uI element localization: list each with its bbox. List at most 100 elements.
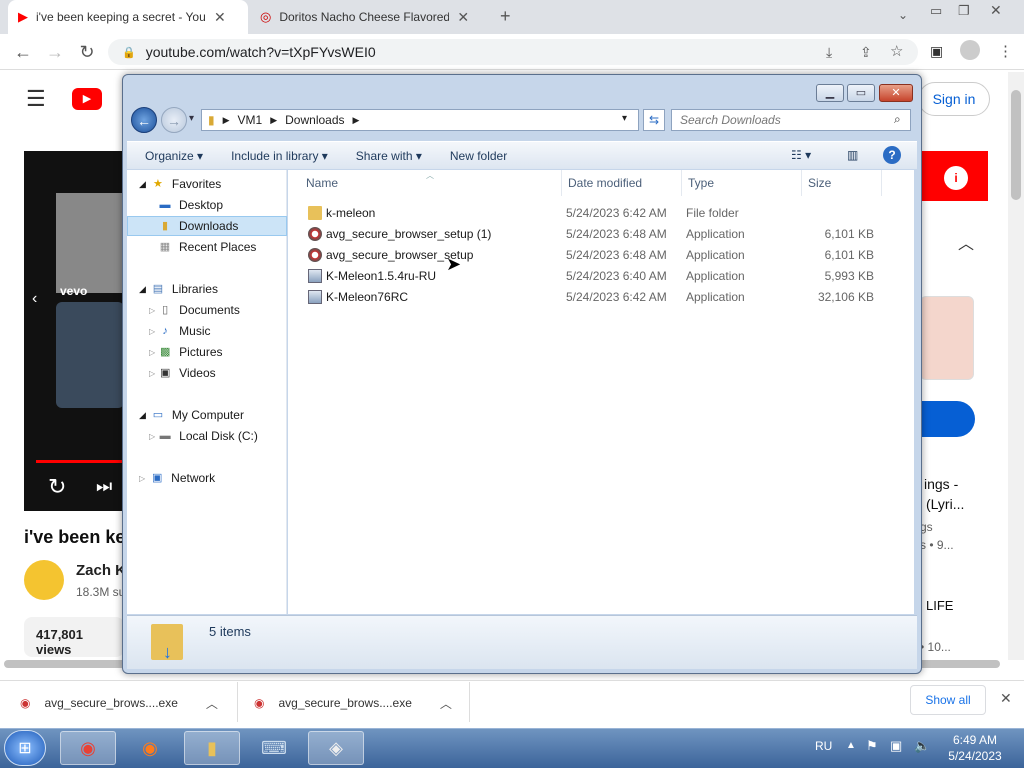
new-tab-icon[interactable]: + (500, 6, 511, 27)
language-indicator[interactable]: RU (815, 739, 832, 753)
youtube-logo-icon[interactable]: ▶ (72, 88, 102, 110)
tab-doritos[interactable]: ◎ Doritos Nacho Cheese Flavored T ✕ (250, 0, 490, 34)
tab-search-icon[interactable]: ⌄ (898, 8, 908, 22)
share-icon[interactable]: ⇪ (860, 44, 872, 61)
show-all-button[interactable]: Show all (910, 685, 986, 715)
nav-my-computer[interactable]: ◢ ▭ My Computer (127, 405, 287, 425)
chevron-right-icon[interactable]: ▶ (353, 115, 360, 126)
expand-arrow-icon[interactable]: ▷ (149, 306, 155, 315)
minimize-button[interactable]: ▁ (816, 84, 844, 102)
nav-network[interactable]: ▷ ▣ Network (127, 468, 287, 488)
back-button[interactable]: ← (131, 107, 157, 133)
network-tray-icon[interactable]: ▣ (890, 738, 902, 754)
collapse-arrow-icon[interactable]: ◢ (139, 284, 146, 295)
expand-arrow-icon[interactable]: ▷ (149, 327, 155, 336)
taskbar-explorer[interactable]: ▮ (184, 731, 240, 765)
close-tab-icon[interactable]: ✕ (214, 9, 226, 26)
forward-icon[interactable]: → (44, 42, 66, 63)
related-title-line[interactable]: (Lyri... (926, 496, 964, 512)
column-header-size[interactable]: Size (802, 170, 882, 196)
tab-youtube[interactable]: ▶ i've been keeping a secret - YouT ✕ (8, 0, 248, 34)
preview-pane-icon[interactable]: ▥ (847, 148, 858, 162)
taskbar-installer[interactable]: ◈ (308, 731, 364, 765)
taskbar-chrome[interactable]: ◉ (60, 731, 116, 765)
start-button[interactable]: ⊞ (4, 730, 46, 766)
view-options-icon[interactable]: ☷ ▾ (791, 148, 811, 162)
nav-libraries[interactable]: ◢ ▤ Libraries (127, 279, 287, 299)
expand-arrow-icon[interactable]: ▷ (149, 432, 155, 441)
breadcrumb-item[interactable]: Downloads (285, 113, 344, 127)
expand-arrow-icon[interactable]: ▷ (149, 369, 155, 378)
table-row[interactable]: avg_secure_browser_setup (1) 5/24/2023 6:… (288, 223, 908, 244)
download-item[interactable]: ◉ avg_secure_brows....exe ︿ (20, 680, 230, 726)
avatar[interactable] (24, 560, 64, 600)
nav-videos[interactable]: ▷ ▣ Videos (127, 363, 287, 383)
expand-arrow-icon[interactable]: ▷ (139, 474, 145, 483)
chevron-right-icon[interactable]: ▶ (223, 115, 230, 126)
show-hidden-icons-icon[interactable]: ▲ (846, 740, 856, 751)
breadcrumb[interactable]: ▮ ▶ VM1 ▶ Downloads ▶ ▾ (201, 109, 639, 131)
help-icon[interactable]: ? (883, 146, 901, 164)
scroll-thumb[interactable] (1011, 90, 1021, 200)
clock[interactable]: 6:49 AM 5/24/2023 (940, 732, 1010, 764)
chevron-up-icon[interactable]: ︿ (440, 695, 452, 712)
share-with-button[interactable]: Share with ▾ (356, 149, 422, 163)
flag-icon[interactable]: ⚑ (866, 738, 878, 754)
profile-icon[interactable] (960, 40, 980, 60)
taskbar-app[interactable]: ⌨ (246, 731, 302, 765)
close-window-icon[interactable]: ✕ (990, 2, 1002, 19)
chevron-up-icon[interactable]: ︿ (206, 695, 218, 712)
chevron-right-icon[interactable]: ▶ (270, 115, 277, 126)
close-button[interactable]: ✕ (879, 84, 913, 102)
include-in-library-button[interactable]: Include in library ▾ (231, 149, 328, 163)
breadcrumb-item[interactable]: VM1 (238, 113, 263, 127)
table-row[interactable]: K-Meleon1.5.4ru-RU 5/24/2023 6:40 AM Appli… (288, 265, 908, 286)
volume-icon[interactable]: 🔈 (914, 738, 930, 754)
recent-pages-icon[interactable]: ▾ (189, 113, 194, 124)
sign-in-button[interactable]: Sign in (918, 82, 990, 116)
install-icon[interactable]: ⤓ (826, 44, 832, 61)
channel-name[interactable]: Zach K (76, 562, 126, 579)
bookmark-star-icon[interactable]: ☆ (890, 42, 903, 60)
nav-pictures[interactable]: ▷ ▩ Pictures (127, 342, 287, 362)
back-icon[interactable]: ← (12, 42, 34, 63)
taskbar-firefox[interactable]: ◉ (122, 731, 178, 765)
address-dropdown-icon[interactable]: ▾ (622, 113, 627, 124)
forward-button[interactable]: → (161, 107, 187, 133)
reload-icon[interactable]: ↻ (76, 42, 98, 63)
product-thumbnail[interactable] (920, 296, 974, 380)
nav-favorites[interactable]: ◢ ★ Favorites (127, 174, 287, 194)
close-shelf-icon[interactable]: ✕ (1000, 690, 1012, 707)
table-row[interactable]: k-meleon 5/24/2023 6:42 AM File folder (288, 202, 908, 223)
prev-arrow-icon[interactable]: ‹ (32, 290, 37, 308)
nav-music[interactable]: ▷ ♪ Music (127, 321, 287, 341)
close-tab-icon[interactable]: ✕ (457, 9, 469, 26)
new-folder-button[interactable]: New folder (450, 149, 507, 163)
replay-icon[interactable]: ↻ (48, 474, 66, 500)
maximize-button[interactable]: ▭ (847, 84, 875, 102)
related-title-line[interactable]: LIFE (926, 598, 953, 613)
nav-recent-places[interactable]: ▦ Recent Places (127, 237, 287, 257)
expand-arrow-icon[interactable]: ▷ (149, 348, 155, 357)
collapse-arrow-icon[interactable]: ◢ (139, 410, 146, 421)
shop-button[interactable] (920, 401, 975, 437)
refresh-icon[interactable]: ⇆ (643, 109, 665, 131)
collapse-arrow-icon[interactable]: ◢ (139, 179, 146, 190)
minimize-icon[interactable]: ▭ (930, 3, 942, 19)
column-header-date[interactable]: Date modified (562, 170, 682, 196)
side-panel-icon[interactable]: ▣ (930, 43, 943, 60)
hamburger-icon[interactable]: ☰ (26, 86, 46, 112)
column-header-type[interactable]: Type (682, 170, 802, 196)
organize-button[interactable]: Organize ▾ (145, 149, 203, 163)
related-title-line[interactable]: ings - (924, 476, 958, 492)
menu-icon[interactable]: ⋮ (998, 42, 1013, 60)
info-icon[interactable]: i (944, 166, 968, 190)
address-bar[interactable]: 🔒 youtube.com/watch?v=tXpFYvsWEI0 (108, 39, 918, 65)
next-icon[interactable]: ⏭ (96, 476, 112, 497)
views-box[interactable]: 417,801 views (24, 617, 124, 657)
progress-bar[interactable] (36, 460, 124, 463)
download-item[interactable]: ◉ avg_secure_brows....exe ︿ (254, 680, 464, 726)
nav-documents[interactable]: ▷ ▯ Documents (127, 300, 287, 320)
nav-downloads[interactable]: ▮ Downloads (127, 216, 287, 236)
restore-icon[interactable]: ❐ (958, 3, 970, 19)
